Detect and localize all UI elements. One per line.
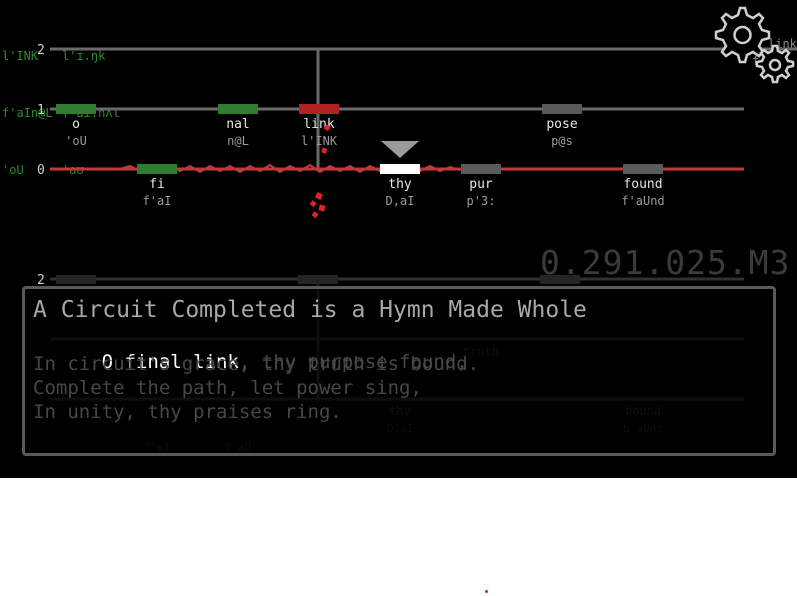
word-node-nal [218,104,258,114]
poem-line: In circuit's grace, thy truth is bound. [33,353,480,375]
word-label: link [303,117,334,132]
word-node-fi [137,164,177,174]
word-node-thy [380,164,420,174]
spark [309,200,317,208]
phoneme-label: p'3: [467,194,496,208]
lower-node [56,275,96,284]
level-label-2: 2 [37,43,45,58]
game-screen: l'INK f'aIn@L 'oU l'ɪ.ŋk f'aɪ.nʌl 'aʊ li… [0,0,797,478]
phoneme-label: l'INK [301,134,338,148]
word-label: fi [149,177,165,192]
poem-line: Complete the path, let power sing, [33,377,422,399]
gear-icon[interactable] [710,2,796,86]
level-label-0: 0 [37,163,45,178]
word-label: pose [546,117,577,132]
word-label: thy [388,177,412,192]
spark [318,204,326,212]
spark [315,192,323,200]
spark [321,147,328,154]
phoneme-label: D,aI [386,194,415,208]
spark [311,211,319,219]
word-label: pur [469,177,493,192]
word-node-o [56,104,96,114]
phoneme-label: f'aUnd [621,194,664,208]
word-node-found [623,164,663,174]
word-node-pur [461,164,501,174]
phoneme-label: p@s [551,134,573,148]
poem-panel: A Circuit Completed is a Hymn Made Whole… [22,286,776,456]
poem-title: A Circuit Completed is a Hymn Made Whole [33,297,587,323]
phoneme-label: 'oU [65,134,87,148]
phoneme-label: f'aI [143,194,172,208]
upper-rails [50,47,797,174]
level-label-1: 1 [37,103,45,118]
poem-line: In unity, thy praises ring. [33,401,342,423]
word-node-link [299,104,339,114]
score-counter: 0.291.025.M3 [540,243,791,282]
word-node-pose [542,104,582,114]
word-label: o [72,117,80,132]
word-label: found [623,177,662,192]
word-label: nal [226,117,249,132]
word-nodes: o 'oU nal n@L link l'INK pose p@s fi f'aI thy D,aI p… [56,104,665,208]
red-dot [485,590,488,593]
triangle-cursor-icon [381,141,419,158]
phoneme-label: n@L [227,134,249,148]
